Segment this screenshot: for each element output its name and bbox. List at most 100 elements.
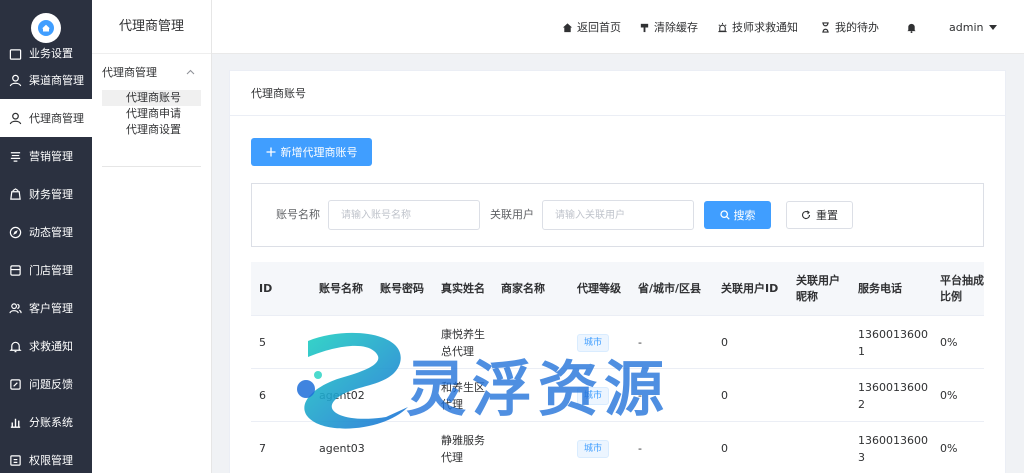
table-row: 5 康悦养生总代理 城市 - 0 13600136001 0% xyxy=(251,316,984,369)
nav-item-business-settings[interactable]: 业务设置 xyxy=(0,44,92,61)
user-icon xyxy=(9,112,22,124)
search-button-label: 搜索 xyxy=(733,209,756,222)
cell-real-name: 静雅服务代理 xyxy=(441,433,485,464)
col-user-id: 关联用户ID xyxy=(721,282,779,295)
plus-icon xyxy=(266,147,275,157)
sos-notice-link[interactable]: 技师求救通知 xyxy=(717,0,798,54)
col-phone: 服务电话 xyxy=(858,282,902,295)
cell-ratio: 0% xyxy=(940,336,958,349)
main-sidebar: 业务设置 渠道商管理 代理商管理 营销管理 财务管理 动态管理 门店管理 客户管… xyxy=(0,0,92,473)
users-icon xyxy=(9,302,22,313)
cell-id: 7 xyxy=(259,442,266,455)
chart-icon xyxy=(10,418,21,428)
cell-user-id: 0 xyxy=(721,336,728,349)
nav-item-dynamics[interactable]: 动态管理 xyxy=(0,213,92,251)
home-logo-icon[interactable] xyxy=(31,13,61,43)
col-ratio: 平台抽成比例 xyxy=(940,274,984,303)
cell-ratio: 0% xyxy=(940,442,958,455)
sub-sidebar-title: 代理商管理 xyxy=(92,0,211,54)
col-id: ID xyxy=(259,282,273,295)
sub-sidebar: 代理商管理 代理商管理 代理商账号 代理商申请 代理商设置 xyxy=(92,0,212,473)
permission-icon xyxy=(10,454,21,466)
content-card: 代理商账号 新增代理商账号 账号名称 关联用户 搜索 重置 ID 账号名称 账号… xyxy=(229,70,1006,473)
sub-item-agent-apply[interactable]: 代理商申请 xyxy=(102,106,201,122)
clear-cache-label: 清除缓存 xyxy=(654,21,698,34)
cell-level: 城市 xyxy=(577,316,610,369)
nav-item-label: 业务设置 xyxy=(29,47,73,60)
cell-id: 5 xyxy=(259,336,266,349)
todo-link[interactable]: 我的待办 xyxy=(820,0,879,54)
caret-down-icon xyxy=(989,24,998,30)
cell-region: - xyxy=(638,336,642,349)
cell-real-name: 和养生区代理 xyxy=(441,380,485,411)
sos-notice-label: 技师求救通知 xyxy=(732,21,798,34)
nav-item-sos[interactable]: 求救通知 xyxy=(0,327,92,365)
nav-item-permission[interactable]: 权限管理 xyxy=(0,441,92,473)
cell-level: 城市 xyxy=(577,422,610,473)
table-row: 7 agent03 静雅服务代理 城市 - 0 13600136003 0% xyxy=(251,422,984,473)
clear-cache-link[interactable]: 清除缓存 xyxy=(639,0,698,54)
linked-user-input[interactable] xyxy=(542,200,694,230)
col-user-nickname: 关联用户昵称 xyxy=(796,274,840,303)
col-real-name: 真实姓名 xyxy=(441,282,485,295)
notification-bell[interactable] xyxy=(906,0,921,54)
refresh-icon xyxy=(802,210,811,220)
level-tag: 城市 xyxy=(577,333,610,352)
nav-item-marketing[interactable]: 营销管理 xyxy=(0,137,92,175)
user-menu[interactable]: admin xyxy=(949,0,998,54)
hourglass-icon xyxy=(822,21,829,33)
page-title: 代理商账号 xyxy=(230,71,1005,116)
nav-item-channel[interactable]: 渠道商管理 xyxy=(0,61,92,99)
nav-item-label: 客户管理 xyxy=(29,302,73,315)
nav-item-split[interactable]: 分账系统 xyxy=(0,403,92,441)
nav-item-label: 财务管理 xyxy=(29,188,73,201)
todo-label: 我的待办 xyxy=(835,21,879,34)
nav-item-finance[interactable]: 财务管理 xyxy=(0,175,92,213)
account-name-label: 账号名称 xyxy=(276,208,320,221)
cell-user-id: 0 xyxy=(721,389,728,402)
sub-item-agent-settings[interactable]: 代理商设置 xyxy=(102,122,201,138)
cell-account: agent03 xyxy=(319,442,365,455)
cell-phone: 13600136002 xyxy=(858,380,928,411)
nav-item-label: 代理商管理 xyxy=(29,112,84,125)
home-link-label: 返回首页 xyxy=(577,21,621,34)
nav-item-store[interactable]: 门店管理 xyxy=(0,251,92,289)
reset-button-label: 重置 xyxy=(816,209,838,222)
nav-item-label: 分账系统 xyxy=(29,416,73,429)
sub-sidebar-group-label: 代理商管理 xyxy=(102,66,157,79)
home-icon xyxy=(562,22,573,32)
home-link[interactable]: 返回首页 xyxy=(562,0,621,54)
divider xyxy=(102,166,201,167)
col-level: 代理等级 xyxy=(577,282,621,295)
cell-region: - xyxy=(638,442,642,455)
nav-item-label: 营销管理 xyxy=(29,150,73,163)
cell-id: 6 xyxy=(259,389,266,402)
nav-item-label: 问题反馈 xyxy=(29,378,73,391)
sub-item-agent-account[interactable]: 代理商账号 xyxy=(102,90,201,106)
nav-item-customers[interactable]: 客户管理 xyxy=(0,289,92,327)
chevron-up-icon xyxy=(186,69,195,75)
cell-account: agent02 xyxy=(319,389,365,402)
finance-icon xyxy=(10,187,21,200)
table-header: ID 账号名称 账号密码 真实姓名 商家名称 代理等级 省/城市/区县 关联用户… xyxy=(251,262,984,316)
add-agent-button[interactable]: 新增代理商账号 xyxy=(251,138,372,166)
feedback-icon xyxy=(10,378,21,390)
settings-icon xyxy=(9,49,22,60)
top-bar: 返回首页 清除缓存 技师求救通知 我的待办 admin xyxy=(212,0,1024,54)
broom-icon xyxy=(640,23,649,32)
cell-phone: 13600136003 xyxy=(858,433,928,464)
col-account: 账号名称 xyxy=(319,282,363,295)
cell-level: 城市 xyxy=(577,369,610,422)
sub-sidebar-group[interactable]: 代理商管理 xyxy=(92,54,211,90)
level-tag: 城市 xyxy=(577,439,610,458)
table-row: 6 agent02 和养生区代理 城市 - 0 13600136002 0% xyxy=(251,369,984,422)
search-button[interactable]: 搜索 xyxy=(704,201,771,229)
nav-item-label: 动态管理 xyxy=(29,226,73,239)
reset-button[interactable]: 重置 xyxy=(786,201,853,229)
col-password: 账号密码 xyxy=(380,282,424,295)
nav-item-agent[interactable]: 代理商管理 xyxy=(0,99,92,137)
account-name-input[interactable] xyxy=(328,200,480,230)
cell-user-id: 0 xyxy=(721,442,728,455)
store-icon xyxy=(10,264,21,276)
nav-item-feedback[interactable]: 问题反馈 xyxy=(0,365,92,403)
